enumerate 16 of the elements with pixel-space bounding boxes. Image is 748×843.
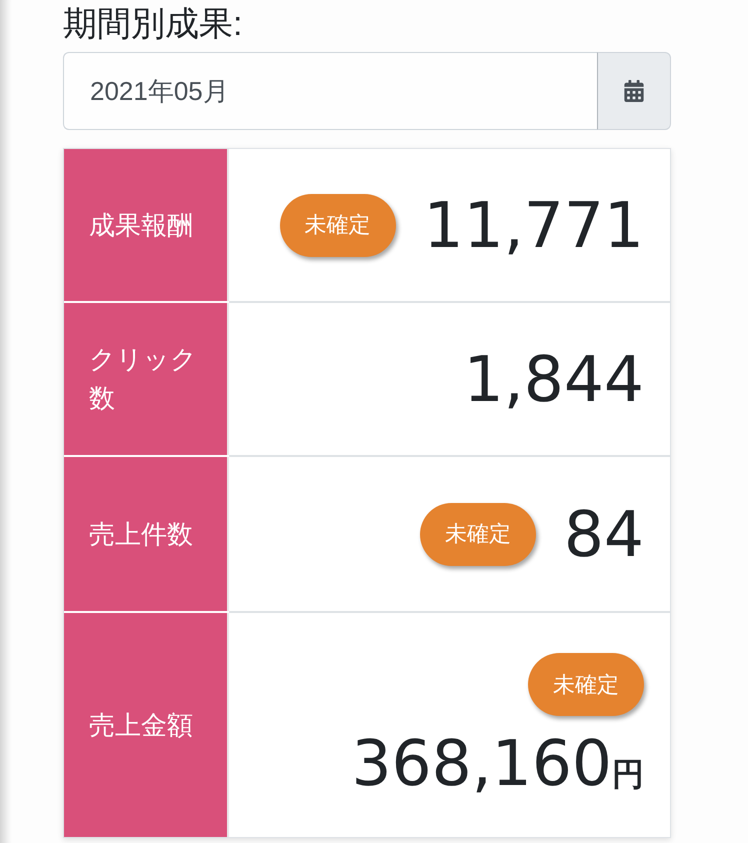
metric-value: 1,844 [464, 348, 644, 410]
metric-header-cell: 売上金額 [64, 613, 229, 837]
metric-header-cell: 売上件数 [64, 457, 229, 611]
status-badge: 未確定 [280, 194, 396, 256]
metric-header-cell: クリック数 [64, 303, 229, 455]
month-input[interactable]: 2021年05月 [63, 52, 597, 130]
status-badge: 未確定 [420, 502, 536, 566]
metric-value: 368,160 [351, 732, 612, 795]
currency-unit: 円 [612, 755, 644, 794]
metric-value: 84 [564, 502, 644, 566]
calendar-icon [623, 80, 645, 102]
status-badge: 未確定 [528, 653, 644, 716]
metric-header-cell: 成果報酬 [64, 149, 229, 301]
calendar-button[interactable] [597, 52, 671, 130]
period-label: 期間別成果: [63, 4, 242, 44]
metric-value: 11,771 [424, 194, 644, 256]
